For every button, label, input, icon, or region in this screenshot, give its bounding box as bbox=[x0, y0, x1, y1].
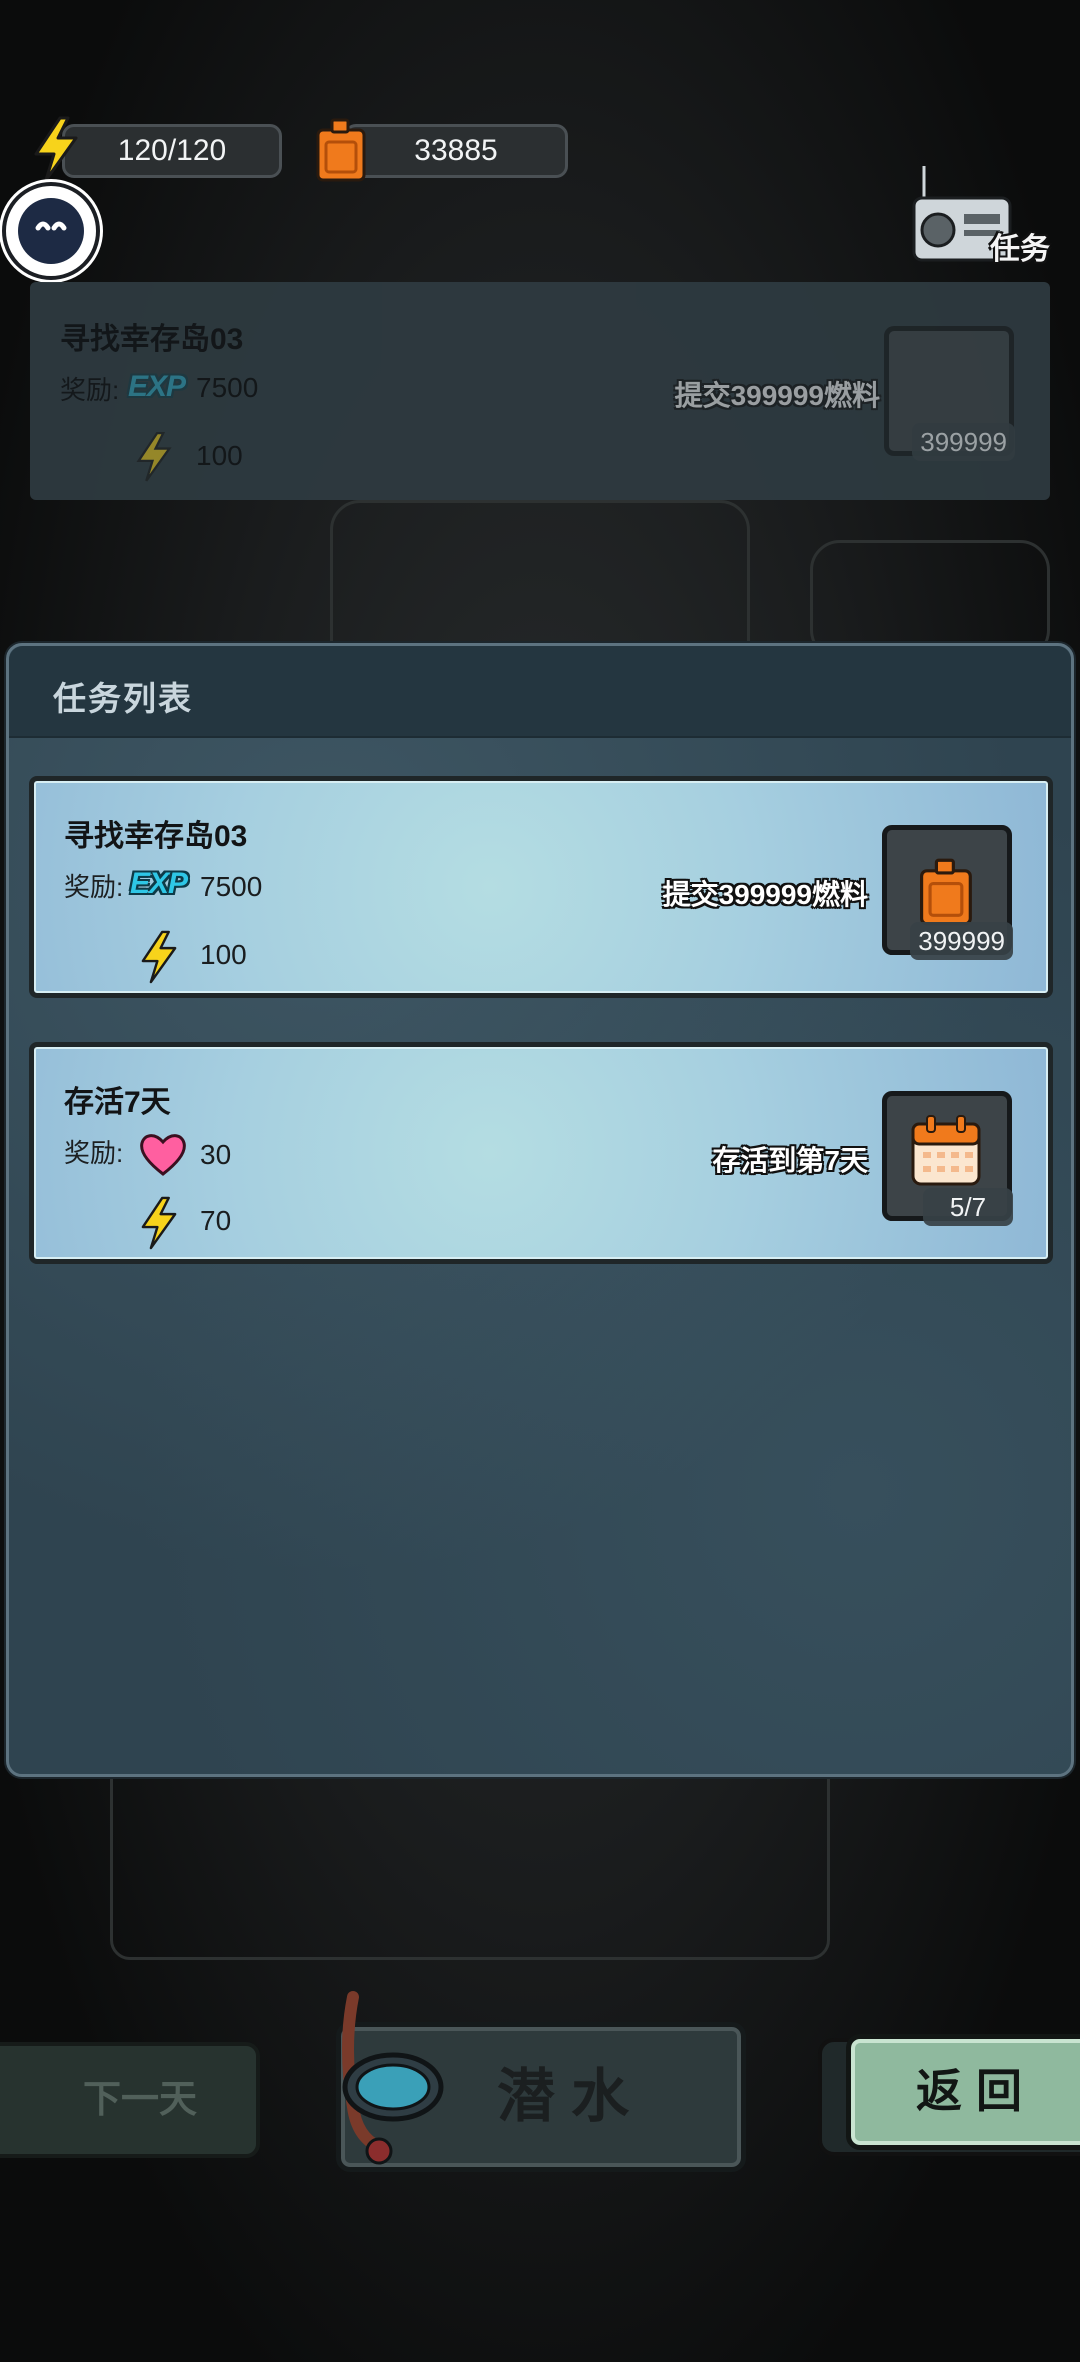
dive-button[interactable]: 潜水 bbox=[336, 1991, 746, 2172]
bg-decor-device bbox=[810, 540, 1050, 660]
quest-reward-heart-value: 30 bbox=[200, 1139, 232, 1170]
quest-reward-energy-value: 70 bbox=[200, 1205, 232, 1236]
panel-header: 任务列表 bbox=[9, 646, 1071, 738]
fuel-can-icon bbox=[316, 118, 366, 182]
quest-progress-count: 399999 bbox=[910, 922, 1013, 960]
quest-reward-label: 奖励: bbox=[64, 872, 124, 902]
lightning-icon bbox=[141, 1196, 177, 1250]
fuel-can-icon bbox=[920, 858, 972, 926]
bg-exp-badge: EXP bbox=[128, 370, 186, 403]
bg-quest-count: 399999 bbox=[912, 423, 1015, 461]
background-quest-card: 寻找幸存岛03 奖励: EXP 7500 100 提交399999燃料 3999… bbox=[30, 282, 1050, 500]
quest-item-slot: 399999 bbox=[882, 825, 1013, 960]
bg-quest-reward-label: 奖励: bbox=[60, 375, 120, 405]
lightning-icon bbox=[34, 116, 78, 182]
energy-value: 120/120 bbox=[117, 134, 227, 167]
bg-quest-title: 寻找幸存岛03 bbox=[60, 323, 244, 356]
quest-title: 寻找幸存岛03 bbox=[64, 820, 248, 853]
quest-requirement: 提交399999燃料 bbox=[662, 879, 868, 910]
panel-title: 任务列表 bbox=[53, 680, 193, 717]
quest-requirement: 存活到第7天 bbox=[712, 1145, 868, 1176]
calendar-icon bbox=[911, 1115, 981, 1186]
smile-eyes-icon bbox=[35, 221, 67, 231]
dive-label: 潜水 bbox=[496, 2064, 645, 2129]
radio-label: 任务 bbox=[990, 233, 1050, 266]
quest-progress-count: 5/7 bbox=[923, 1188, 1013, 1226]
quest-list-panel: 任务列表 寻找幸存岛03 奖励: EXP 7500 100 提交399999燃料… bbox=[6, 643, 1074, 1777]
bg-quest-slot: 399999 bbox=[884, 326, 1015, 461]
fuel-value: 33885 bbox=[414, 134, 498, 167]
avatar-face-icon bbox=[18, 198, 84, 264]
quest-reward-energy-value: 100 bbox=[200, 939, 247, 970]
quest-item-slot: 5/7 bbox=[882, 1091, 1013, 1226]
fuel-counter: 33885 bbox=[344, 124, 568, 178]
next-day-button[interactable]: 下一天 bbox=[0, 2042, 260, 2158]
quest-card[interactable]: 寻找幸存岛03 奖励: EXP 7500 100 提交399999燃料 3999… bbox=[29, 776, 1053, 998]
snorkel-mask-icon bbox=[342, 1991, 444, 2165]
player-avatar[interactable] bbox=[2, 182, 100, 280]
bg-decor-table bbox=[110, 1760, 830, 1960]
bg-quest-energy-value: 100 bbox=[196, 440, 243, 471]
exp-badge: EXP bbox=[130, 867, 188, 900]
quest-card[interactable]: 存活7天 奖励: 30 70 存活到第7天 5/7 bbox=[29, 1042, 1053, 1264]
bg-lightning-icon bbox=[136, 432, 172, 482]
heart-icon bbox=[140, 1134, 186, 1176]
quest-radio-button[interactable]: 任务 bbox=[910, 162, 1050, 274]
quest-reward-exp-value: 7500 bbox=[200, 871, 263, 902]
back-button[interactable]: 返回 bbox=[846, 2034, 1080, 2150]
energy-counter: 120/120 bbox=[62, 124, 282, 178]
lightning-icon bbox=[141, 930, 177, 984]
quest-reward-label: 奖励: bbox=[64, 1138, 124, 1168]
bg-quest-exp-value: 7500 bbox=[196, 372, 259, 403]
quest-title: 存活7天 bbox=[64, 1086, 171, 1119]
bg-quest-requirement: 提交399999燃料 bbox=[674, 380, 880, 411]
